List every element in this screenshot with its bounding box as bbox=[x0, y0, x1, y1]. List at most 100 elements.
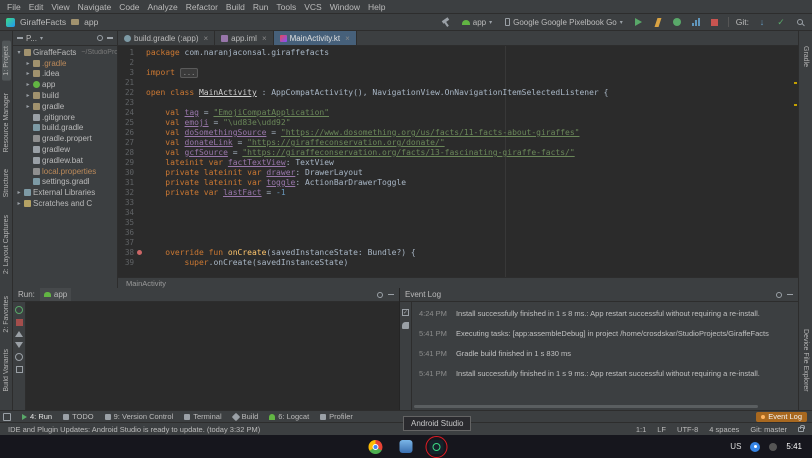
event-log-badge[interactable]: Event Log bbox=[756, 412, 807, 422]
menu-edit[interactable]: Edit bbox=[25, 2, 48, 12]
menu-vcs[interactable]: VCS bbox=[300, 2, 325, 12]
tool-window-switcher-icon[interactable] bbox=[3, 413, 11, 421]
git-update-button[interactable]: ↓ bbox=[756, 16, 768, 28]
debug-button[interactable] bbox=[671, 16, 683, 28]
close-icon[interactable]: × bbox=[203, 34, 208, 43]
arrow-up-icon[interactable] bbox=[15, 331, 23, 337]
tree-item-local-properties[interactable]: local.properties bbox=[13, 166, 117, 177]
build-button[interactable] bbox=[440, 16, 452, 28]
git-commit-button[interactable]: ✓ bbox=[775, 16, 787, 28]
stop-icon[interactable] bbox=[16, 319, 23, 326]
status-message[interactable]: IDE and Plugin Updates: Android Studio i… bbox=[8, 425, 260, 434]
close-icon[interactable]: × bbox=[345, 34, 350, 43]
settings-gear-icon[interactable] bbox=[97, 35, 103, 41]
tool-window-button-4-run[interactable]: 4: Run bbox=[22, 412, 52, 421]
run-config-select[interactable]: app ▾ bbox=[459, 17, 495, 28]
expand-arrow-icon[interactable]: ▸ bbox=[25, 70, 31, 77]
tool-window-button-todo[interactable]: TODO bbox=[63, 412, 94, 421]
tree-item-idea[interactable]: ▸.idea bbox=[13, 69, 117, 80]
tray-shield-icon[interactable] bbox=[769, 443, 777, 451]
menu-window[interactable]: Window bbox=[326, 2, 364, 12]
hide-panel-icon[interactable] bbox=[107, 37, 113, 39]
tree-item-scratches-and-c[interactable]: ▸Scratches and C bbox=[13, 198, 117, 209]
mark-read-icon[interactable]: ✓ bbox=[402, 309, 409, 316]
search-everywhere-button[interactable] bbox=[794, 16, 806, 28]
tool-button-build-variants[interactable]: Build Variants bbox=[2, 344, 11, 397]
settings-gear-icon[interactable] bbox=[776, 292, 782, 298]
file-encoding[interactable]: UTF-8 bbox=[677, 425, 698, 434]
run-button[interactable] bbox=[633, 16, 645, 28]
menu-tools[interactable]: Tools bbox=[272, 2, 300, 12]
line-separator[interactable]: LF bbox=[657, 425, 666, 434]
panel-menu-icon[interactable] bbox=[17, 37, 23, 39]
tree-item-gradlew[interactable]: gradlew bbox=[13, 144, 117, 155]
tab-mainactivity-kt[interactable]: MainActivity.kt× bbox=[274, 31, 357, 45]
settings-gear-icon[interactable] bbox=[15, 353, 23, 361]
tool-button-2-favorites[interactable]: 2: Favorites bbox=[2, 291, 11, 338]
chrome-icon[interactable] bbox=[369, 440, 383, 454]
menu-refactor[interactable]: Refactor bbox=[182, 2, 222, 12]
close-icon[interactable]: × bbox=[262, 34, 267, 43]
wrench-icon[interactable] bbox=[402, 322, 409, 329]
stop-button[interactable] bbox=[709, 16, 721, 28]
menu-view[interactable]: View bbox=[47, 2, 73, 12]
breadcrumb-project[interactable]: GiraffeFacts bbox=[20, 17, 66, 27]
tool-window-button-build[interactable]: Build bbox=[233, 412, 259, 421]
indent-setting[interactable]: 4 spaces bbox=[709, 425, 739, 434]
tool-button-device-file-explorer[interactable]: Device File Explorer bbox=[801, 324, 810, 397]
menu-run[interactable]: Run bbox=[249, 2, 273, 12]
clock[interactable]: 5:41 bbox=[786, 442, 802, 451]
tool-window-button-6-logcat[interactable]: 6: Logcat bbox=[269, 412, 309, 421]
menu-file[interactable]: File bbox=[3, 2, 25, 12]
breadcrumb-class[interactable]: MainActivity bbox=[126, 279, 166, 288]
tree-item-build-gradle[interactable]: build.gradle bbox=[13, 123, 117, 134]
settings-gear-icon[interactable] bbox=[377, 292, 383, 298]
rerun-icon[interactable] bbox=[15, 306, 23, 314]
tool-window-button-profiler[interactable]: Profiler bbox=[320, 412, 353, 421]
tree-item-build[interactable]: ▸build bbox=[13, 90, 117, 101]
expand-arrow-icon[interactable]: ▾ bbox=[16, 49, 22, 56]
tree-item-gradle-propert[interactable]: gradle.propert bbox=[13, 133, 117, 144]
tray-indicator-icon[interactable] bbox=[750, 442, 760, 452]
device-select[interactable]: Google Google Pixelbook Go ▾ bbox=[502, 17, 626, 28]
expand-arrow-icon[interactable]: ▸ bbox=[25, 60, 31, 67]
expand-arrow-icon[interactable]: ▸ bbox=[25, 81, 31, 88]
menu-build[interactable]: Build bbox=[222, 2, 249, 12]
menu-navigate[interactable]: Navigate bbox=[74, 2, 116, 12]
horizontal-scrollbar[interactable] bbox=[414, 405, 758, 408]
caret-position[interactable]: 1:1 bbox=[636, 425, 646, 434]
tree-item-giraffefacts[interactable]: ▾GiraffeFacts~/StudioProjects/Gira bbox=[13, 47, 117, 58]
run-tab-app[interactable]: app bbox=[40, 288, 71, 301]
tab-app-iml[interactable]: app.iml× bbox=[215, 31, 273, 45]
tree-item-gradlew-bat[interactable]: gradlew.bat bbox=[13, 155, 117, 166]
event-log-entries[interactable]: 4:24 PMInstall successfully finished in … bbox=[412, 302, 798, 410]
keyboard-layout-indicator[interactable]: US bbox=[730, 442, 741, 451]
expand-arrow-icon[interactable]: ▸ bbox=[16, 200, 22, 207]
menu-help[interactable]: Help bbox=[364, 2, 389, 12]
tool-button-1-project[interactable]: 1: Project bbox=[2, 41, 11, 81]
clear-console-icon[interactable] bbox=[16, 366, 23, 373]
breadcrumb-module[interactable]: app bbox=[84, 17, 98, 27]
tool-window-button-terminal[interactable]: Terminal bbox=[184, 412, 221, 421]
tab-build-gradle-app[interactable]: build.gradle (:app)× bbox=[118, 31, 215, 45]
lock-icon[interactable] bbox=[798, 427, 804, 432]
run-console[interactable] bbox=[26, 302, 399, 410]
tool-button-gradle[interactable]: Gradle bbox=[801, 41, 810, 72]
hide-panel-icon[interactable] bbox=[787, 294, 793, 296]
android-studio-taskbar-item[interactable] bbox=[430, 440, 444, 454]
expand-arrow-icon[interactable]: ▸ bbox=[25, 103, 31, 110]
error-stripe-mark[interactable] bbox=[794, 82, 797, 84]
apply-changes-button[interactable] bbox=[652, 16, 664, 28]
tool-button-2-layout-captures[interactable]: 2: Layout Captures bbox=[2, 210, 11, 279]
tool-button-structure[interactable]: Structure bbox=[2, 164, 11, 202]
project-view-select[interactable]: P... bbox=[26, 34, 37, 43]
menu-code[interactable]: Code bbox=[115, 2, 143, 12]
files-icon[interactable] bbox=[400, 440, 413, 453]
git-branch[interactable]: Git: master bbox=[750, 425, 787, 434]
tree-item-external-libraries[interactable]: ▸External Libraries bbox=[13, 187, 117, 198]
profile-button[interactable] bbox=[690, 16, 702, 28]
tool-window-button-9-version-control[interactable]: 9: Version Control bbox=[105, 412, 174, 421]
code-area[interactable]: 1package com.naranjaconsal.giraffefacts2… bbox=[118, 46, 798, 277]
tree-item-settings-gradl[interactable]: settings.gradl bbox=[13, 177, 117, 188]
arrow-down-icon[interactable] bbox=[15, 342, 23, 348]
